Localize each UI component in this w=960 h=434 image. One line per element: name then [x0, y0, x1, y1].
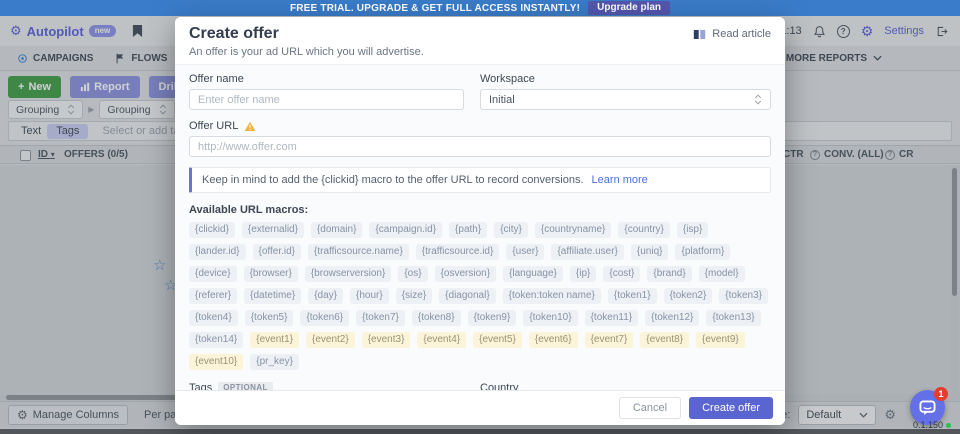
screen: FREE TRIAL. UPGRADE & GET FULL ACCESS IN… [0, 0, 960, 434]
macro-chip[interactable]: {event8} [640, 332, 689, 348]
workspace-select[interactable]: Initial [480, 89, 771, 110]
workspace-label: Workspace [480, 73, 771, 85]
macro-chip[interactable]: {event10} [189, 354, 243, 370]
modal-body: Offer name Workspace Initial Offer URL [175, 64, 785, 390]
offer-name-label: Offer name [189, 73, 464, 85]
macro-chip[interactable]: {hour} [350, 288, 389, 304]
macro-chip[interactable]: {browserversion} [305, 266, 391, 282]
tags-label: Tags OPTIONAL [189, 382, 464, 390]
macro-chip[interactable]: {token:token name} [503, 288, 601, 304]
macro-chip[interactable]: {token1} [608, 288, 657, 304]
macro-chip[interactable]: {token9} [468, 310, 517, 326]
clickid-note: Keep in mind to add the {clickid} macro … [189, 167, 771, 193]
macro-chip[interactable]: {countryname} [535, 222, 612, 238]
macro-chip[interactable]: {cost} [603, 266, 640, 282]
workspace-select-value: Initial [489, 94, 515, 106]
macros-label: Available URL macros: [189, 204, 771, 216]
read-article-label: Read article [712, 28, 771, 40]
macro-chip[interactable]: {event6} [529, 332, 578, 348]
macro-chip[interactable]: {trafficsource.id} [416, 244, 500, 260]
chat-bubble-icon [919, 400, 936, 416]
macro-chip[interactable]: {offer.id} [253, 244, 302, 260]
macro-chip[interactable]: {token8} [412, 310, 461, 326]
cancel-button[interactable]: Cancel [619, 397, 681, 419]
macro-chip[interactable]: {token12} [645, 310, 699, 326]
macro-chip[interactable]: {language} [503, 266, 563, 282]
macro-chip[interactable]: {country} [618, 222, 669, 238]
macro-chip[interactable]: {platform} [675, 244, 730, 260]
macro-chip[interactable]: {externalid} [242, 222, 304, 238]
read-article-link[interactable]: Read article [693, 28, 771, 40]
warning-icon [244, 121, 256, 132]
stepper-icon [754, 94, 762, 105]
status-dot-icon [946, 423, 951, 428]
macro-chip[interactable]: {token4} [189, 310, 238, 326]
macro-chip[interactable]: {event2} [306, 332, 355, 348]
macro-chip[interactable]: {day} [308, 288, 343, 304]
macro-chip[interactable]: {uniq} [631, 244, 669, 260]
country-label: Country [480, 382, 771, 390]
macro-chip[interactable]: {device} [189, 266, 237, 282]
macro-chip[interactable]: {event9} [696, 332, 745, 348]
book-icon [693, 29, 706, 40]
macro-chip[interactable]: {model} [699, 266, 745, 282]
macro-chip[interactable]: {diagonal} [439, 288, 496, 304]
macro-chip[interactable]: {event4} [417, 332, 466, 348]
modal-footer: Cancel Create offer [175, 390, 785, 425]
upgrade-banner: FREE TRIAL. UPGRADE & GET FULL ACCESS IN… [0, 0, 960, 16]
macro-chip[interactable]: {brand} [647, 266, 691, 282]
macro-chip[interactable]: {campaign.id} [369, 222, 442, 238]
macro-chip[interactable]: {token11} [585, 310, 639, 326]
create-offer-modal: Create offer An offer is your ad URL whi… [175, 17, 785, 425]
macro-chip[interactable]: {token7} [356, 310, 405, 326]
macro-chip[interactable]: {trafficsource.name} [308, 244, 409, 260]
macro-chip[interactable]: {user} [506, 244, 544, 260]
macro-chip[interactable]: {token6} [300, 310, 349, 326]
macro-chip[interactable]: {browser} [244, 266, 298, 282]
upgrade-plan-button[interactable]: Upgrade plan [588, 1, 670, 15]
macro-chips: {clickid} {externalid} {domain} {campaign.i… [189, 222, 771, 370]
macro-chip[interactable]: {referer} [189, 288, 237, 304]
macro-chip[interactable]: {token3} [719, 288, 768, 304]
clickid-note-text: Keep in mind to add the {clickid} macro … [202, 174, 584, 186]
macro-chip[interactable]: {token2} [664, 288, 713, 304]
macro-chip[interactable]: {event1} [250, 332, 299, 348]
modal-header: Create offer An offer is your ad URL whi… [175, 17, 785, 64]
macro-chip[interactable]: {token10} [523, 310, 577, 326]
macro-chip[interactable]: {event3} [362, 332, 411, 348]
modal-subtitle: An offer is your ad URL which you will a… [189, 46, 771, 58]
macro-chip[interactable]: {isp} [677, 222, 708, 238]
macro-chip[interactable]: {clickid} [189, 222, 235, 238]
macro-chip[interactable]: {city} [494, 222, 528, 238]
macro-chip[interactable]: {event7} [585, 332, 634, 348]
banner-text: FREE TRIAL. UPGRADE & GET FULL ACCESS IN… [290, 3, 580, 14]
macro-chip[interactable]: {osversion} [435, 266, 496, 282]
macro-chip[interactable]: {affiliate.user} [551, 244, 623, 260]
macro-chip[interactable]: {lander.id} [189, 244, 246, 260]
learn-more-link[interactable]: Learn more [592, 174, 648, 186]
macro-chip[interactable]: {event5} [473, 332, 522, 348]
modal-title: Create offer [189, 25, 771, 43]
macro-chip[interactable]: {token13} [706, 310, 760, 326]
chat-unread-badge: 1 [934, 387, 948, 401]
offer-url-input[interactable] [189, 136, 771, 157]
optional-badge: OPTIONAL [218, 382, 273, 390]
offer-url-label: Offer URL [189, 120, 771, 132]
version-label: 0.1.150 [913, 420, 951, 430]
macro-chip[interactable]: {domain} [311, 222, 362, 238]
macro-chip[interactable]: {path} [449, 222, 487, 238]
macro-chip[interactable]: {ip} [570, 266, 596, 282]
create-offer-button[interactable]: Create offer [689, 397, 773, 419]
macro-chip[interactable]: {size} [396, 288, 432, 304]
macro-chip[interactable]: {pr_key} [250, 354, 299, 370]
macro-chip[interactable]: {os} [398, 266, 427, 282]
offer-name-input[interactable] [189, 89, 464, 110]
macro-chip[interactable]: {token14} [189, 332, 243, 348]
macro-chip[interactable]: {token5} [245, 310, 294, 326]
macro-chip[interactable]: {datetime} [244, 288, 301, 304]
